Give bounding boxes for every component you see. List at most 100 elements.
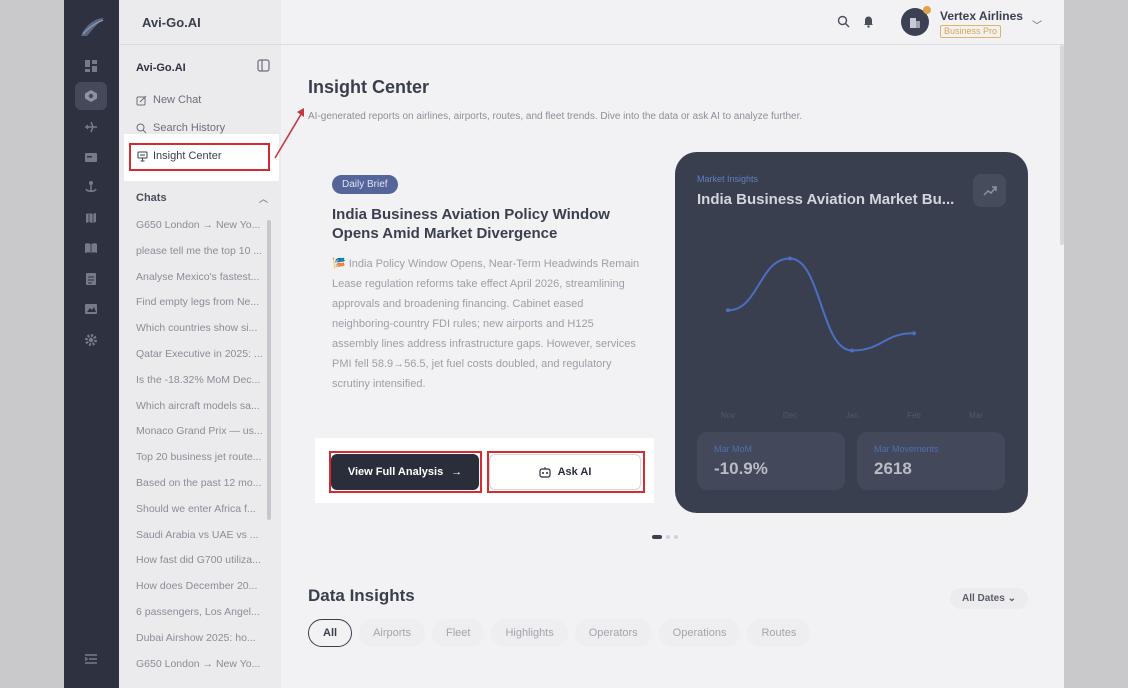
data-point — [788, 256, 792, 261]
stat-movements-value: 2618 — [874, 459, 912, 478]
chat-item[interactable]: 6 passengers, Los Angel... — [136, 606, 264, 632]
x-tick-label: Mar — [969, 411, 983, 420]
carousel-dot[interactable] — [674, 535, 678, 539]
plan-badge: Business Pro — [940, 25, 1002, 38]
new-chat-button[interactable]: New Chat — [136, 90, 201, 110]
expand-rail-icon[interactable] — [84, 652, 98, 666]
company-name[interactable]: Vertex Airlines — [940, 9, 1023, 23]
app-window: Avi-Go.AI Avi-Go.AI New Chat Search Hist… — [64, 0, 1064, 688]
sidebar-title: Avi-Go.AI — [136, 62, 186, 74]
data-insights-title: Data Insights — [308, 586, 415, 605]
rail-image-icon[interactable] — [75, 295, 107, 323]
rail-map-icon[interactable] — [75, 204, 107, 232]
search-icon — [136, 123, 147, 133]
edit-icon — [136, 95, 147, 105]
top-header: Vertex Airlines Business Pro ﹀ — [281, 0, 1064, 45]
rail-book-icon[interactable] — [75, 234, 107, 262]
chevron-up-icon[interactable]: ︿ — [259, 192, 268, 205]
market-line-chart: Nov Dec Jan Feb Mar — [721, 256, 983, 420]
collapse-sidebar-icon[interactable] — [257, 59, 270, 72]
x-tick-label: Jan — [846, 411, 859, 420]
chevron-down-icon[interactable]: ﹀ — [1032, 17, 1042, 32]
tab-all[interactable]: All — [308, 619, 353, 647]
chats-label: Chats — [136, 192, 167, 204]
notification-dot — [923, 6, 931, 14]
data-point — [912, 331, 916, 336]
daily-brief-badge: Daily Brief — [332, 175, 398, 194]
rail-card-icon[interactable] — [75, 143, 107, 171]
chevron-down-icon: ⌄ — [1007, 593, 1016, 604]
date-filter-dropdown[interactable]: All Dates ⌄ — [950, 588, 1028, 609]
rail-insight-icon[interactable] — [75, 82, 107, 110]
logo-icon[interactable] — [78, 14, 106, 42]
chat-item[interactable]: Top 20 business jet route... — [136, 451, 264, 477]
page-subtitle: AI-generated reports on airlines, airpor… — [308, 111, 803, 122]
presentation-icon — [137, 151, 148, 161]
chats-section-header[interactable]: Chats ︿ — [136, 192, 268, 204]
stat-mom-value: -10.9% — [714, 459, 768, 478]
market-insights-card[interactable]: Market Insights India Business Aviation … — [675, 152, 1028, 513]
insight-center-label: Insight Center — [153, 150, 222, 162]
chat-item[interactable]: Qatar Executive in 2025: ... — [136, 348, 264, 374]
chat-item[interactable]: Should we enter Africa f... — [136, 503, 264, 529]
bell-icon[interactable] — [862, 15, 875, 28]
chat-sidebar: Avi-Go.AI Avi-Go.AI New Chat Search Hist… — [119, 0, 281, 688]
highlight-outline — [329, 451, 482, 493]
rail-anchor-icon[interactable] — [75, 173, 107, 201]
building-icon — [910, 18, 920, 28]
chat-item[interactable]: Find empty legs from Ne... — [136, 296, 264, 322]
tab-fleet[interactable]: Fleet — [431, 619, 485, 647]
insight-center-nav-item[interactable]: Insight Center — [137, 150, 221, 162]
brief-body: 🎏 India Policy Window Opens, Near-Term H… — [332, 258, 640, 390]
chat-item[interactable]: How does December 20... — [136, 580, 264, 606]
main-scrollbar[interactable] — [1060, 45, 1064, 245]
data-point — [726, 308, 730, 313]
tab-operations[interactable]: Operations — [658, 619, 741, 647]
chat-item[interactable]: Analyse Mexico's fastest... — [136, 271, 264, 297]
tab-routes[interactable]: Routes — [747, 619, 811, 647]
chat-list-scrollbar[interactable] — [267, 220, 271, 520]
chat-item[interactable]: Which aircraft models sa... — [136, 400, 264, 426]
tab-highlights[interactable]: Highlights — [491, 619, 568, 647]
chat-item[interactable]: please tell me the top 10 ... — [136, 245, 264, 271]
market-title: India Business Aviation Market Bu... — [697, 191, 955, 208]
chat-item[interactable]: G650 London → New Yo... — [136, 658, 264, 684]
chat-item[interactable]: Is the -18.32% MoM Dec... — [136, 374, 264, 400]
chat-item[interactable]: Dubai Airshow 2025: ho... — [136, 632, 264, 658]
brief-title: India Business Aviation Policy Window Op… — [332, 206, 610, 242]
x-tick-label: Dec — [783, 411, 797, 420]
carousel-dot[interactable] — [652, 535, 662, 539]
chat-item[interactable]: Saudi Arabia vs UAE vs ... — [136, 529, 264, 555]
rail-settings-icon[interactable] — [75, 326, 107, 354]
insight-tabs: All Airports Fleet Highlights Operators … — [308, 619, 811, 647]
chat-item[interactable]: G650 London → New Yo... — [136, 219, 264, 245]
stat-mom-label: Mar MoM — [714, 444, 752, 454]
highlight-outline — [487, 451, 645, 493]
trend-up-icon[interactable] — [973, 174, 1006, 207]
new-chat-label: New Chat — [153, 94, 202, 106]
rail-dashboard-icon[interactable] — [75, 52, 107, 80]
tab-airports[interactable]: Airports — [359, 619, 425, 647]
rail-plane-icon[interactable] — [75, 113, 107, 141]
data-point — [850, 348, 854, 353]
stat-movements-label: Mar Movements — [874, 444, 939, 454]
sidebar-topbar: Avi-Go.AI — [119, 0, 281, 45]
chat-item[interactable]: Which countries show si... — [136, 322, 264, 348]
x-tick-label: Feb — [907, 411, 921, 420]
icon-rail — [64, 0, 119, 688]
carousel-dot[interactable] — [666, 535, 670, 539]
search-history-label: Search History — [153, 122, 226, 134]
app-brand: Avi-Go.AI — [142, 15, 201, 30]
date-filter-label: All Dates — [962, 593, 1005, 604]
chat-item[interactable]: How fast did G700 utiliza... — [136, 554, 264, 580]
chat-item[interactable]: Based on the past 12 mo... — [136, 477, 264, 503]
avatar[interactable] — [901, 6, 931, 36]
tab-operators[interactable]: Operators — [574, 619, 652, 647]
x-tick-label: Nov — [721, 411, 735, 420]
stat-movements: Mar Movements 2618 — [857, 432, 1005, 490]
chat-item[interactable]: Monaco Grand Prix — us... — [136, 425, 264, 451]
stat-mom: Mar MoM -10.9% — [697, 432, 845, 490]
search-icon[interactable] — [837, 15, 850, 28]
rail-table-icon[interactable] — [75, 265, 107, 293]
carousel-dots[interactable] — [652, 535, 678, 539]
